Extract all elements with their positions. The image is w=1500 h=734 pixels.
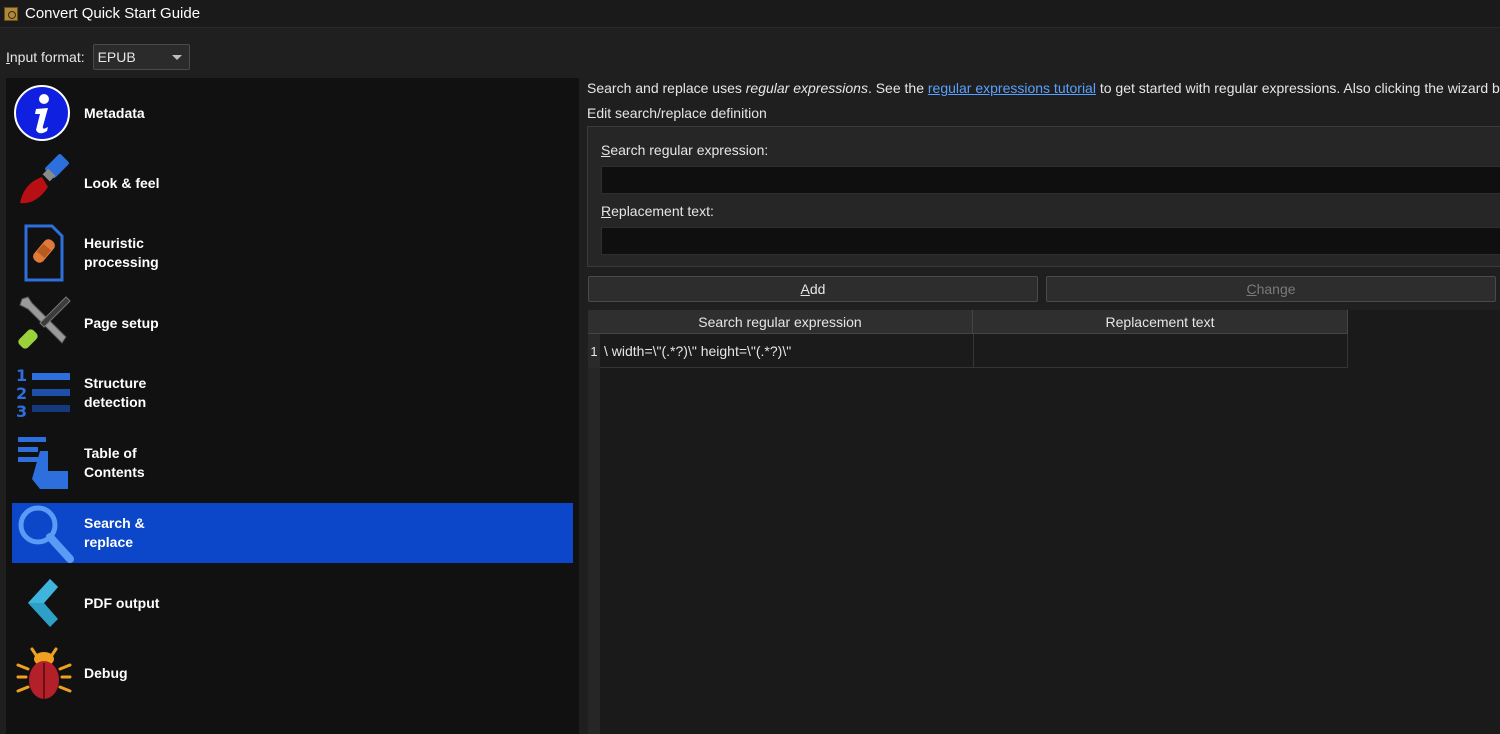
sidebar-item-metadata[interactable]: Metadata bbox=[12, 83, 573, 143]
row-header-gutter bbox=[588, 310, 600, 734]
replacement-text-input[interactable] bbox=[601, 227, 1500, 255]
sidebar-item-label: Metadata bbox=[84, 104, 145, 121]
sidebar-item-label: Heuristic processing bbox=[84, 235, 159, 270]
window-title: Convert Quick Start Guide bbox=[25, 5, 201, 22]
add-button[interactable]: Add bbox=[588, 276, 1038, 302]
table-cell-replacement-text[interactable] bbox=[974, 334, 1348, 368]
input-format-dropdown[interactable]: EPUB bbox=[92, 44, 190, 70]
row-number[interactable]: 1 bbox=[588, 334, 600, 368]
calibre-app-icon bbox=[4, 6, 18, 21]
sidebar-item-page-setup[interactable]: Page setup bbox=[12, 293, 573, 353]
input-format-value: EPUB bbox=[97, 49, 136, 65]
sidebar-item-search-and-replace[interactable]: Search & replace bbox=[12, 503, 573, 563]
chevron-left-icon bbox=[14, 573, 74, 633]
search-regex-input[interactable] bbox=[601, 166, 1500, 194]
sidebar-item-pdf-output[interactable]: PDF output bbox=[12, 573, 573, 633]
bandaid-document-icon bbox=[14, 223, 74, 283]
input-format-label: Input format: bbox=[6, 49, 85, 65]
input-format-row: Input format: EPUB bbox=[6, 44, 190, 70]
wrench-screwdriver-icon bbox=[14, 293, 74, 353]
sidebar-item-debug[interactable]: Debug bbox=[12, 643, 573, 703]
sidebar-item-label: Search & replace bbox=[84, 515, 145, 550]
sidebar-item-look-and-feel[interactable]: Look & feel bbox=[12, 153, 573, 213]
title-bar: Convert Quick Start Guide bbox=[0, 0, 1500, 28]
sidebar-item-label: Table of Contents bbox=[84, 445, 145, 480]
table-cell-search-regex[interactable]: \ width=\"(.*?)\" height=\"(.*?)\" bbox=[600, 334, 974, 368]
bug-icon bbox=[14, 643, 74, 703]
svg-text:1: 1 bbox=[16, 366, 27, 385]
search-regex-label: Search regular expression: bbox=[601, 142, 769, 158]
chevron-down-icon bbox=[171, 55, 182, 60]
sidebar-item-label: Debug bbox=[84, 664, 128, 681]
search-replace-panel: Search and replace uses regular expressi… bbox=[580, 78, 1500, 734]
sidebar-item-label: PDF output bbox=[84, 594, 160, 611]
settings-sidebar: Metadata Look & feel Heuristic processin… bbox=[6, 78, 579, 734]
svg-text:2: 2 bbox=[16, 384, 27, 403]
magnifier-icon bbox=[14, 503, 74, 563]
toc-pointer-icon bbox=[14, 433, 74, 493]
change-button[interactable]: Change bbox=[1046, 276, 1496, 302]
svg-text:3: 3 bbox=[16, 402, 27, 421]
column-header-replacement-text[interactable]: Replacement text bbox=[973, 310, 1348, 334]
search-replace-table[interactable]: Search regular expression Replacement te… bbox=[588, 310, 1500, 734]
sidebar-item-table-of-contents[interactable]: Table of Contents bbox=[12, 433, 573, 493]
sidebar-item-label: Page setup bbox=[84, 314, 159, 331]
regex-tutorial-link[interactable]: regular expressions tutorial bbox=[928, 80, 1096, 96]
numbered-list-icon: 1 2 3 bbox=[14, 363, 74, 423]
intro-text: Search and replace uses regular expressi… bbox=[587, 80, 1500, 96]
sidebar-item-heuristic-processing[interactable]: Heuristic processing bbox=[12, 223, 573, 283]
sidebar-item-label: Structure detection bbox=[84, 375, 147, 410]
sidebar-item-label: Look & feel bbox=[84, 174, 160, 191]
paintbrush-icon bbox=[14, 153, 74, 213]
sidebar-item-structure-detection[interactable]: 1 2 3 Structure detection bbox=[12, 363, 573, 423]
edit-definition-heading: Edit search/replace definition bbox=[587, 105, 767, 121]
replacement-text-label: Replacement text: bbox=[601, 203, 714, 219]
edit-definition-group: Search regular expression: Replacement t… bbox=[587, 126, 1500, 267]
column-header-search-regex[interactable]: Search regular expression bbox=[588, 310, 973, 334]
info-icon bbox=[14, 83, 74, 143]
